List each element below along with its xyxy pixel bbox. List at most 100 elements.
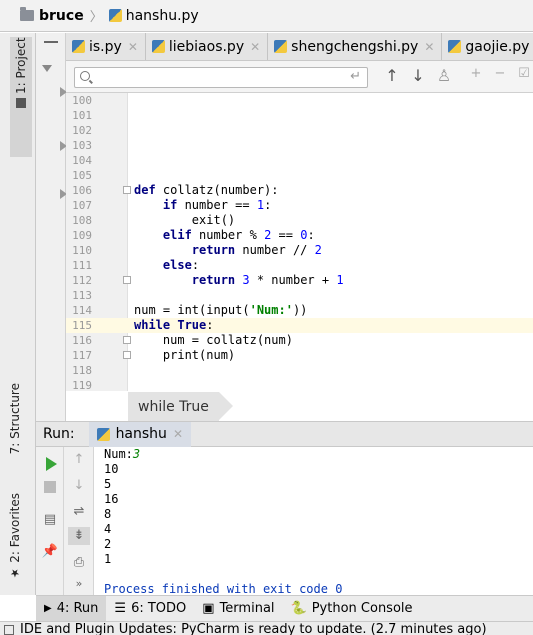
python-file-icon bbox=[274, 40, 288, 53]
navigation-breadcrumb: bruce 〉 hanshu.py bbox=[0, 0, 533, 32]
code-line[interactable]: 105 bbox=[66, 168, 533, 183]
add-occurrence-icon[interactable]: + bbox=[466, 66, 486, 81]
tab-label: liebiaos.py bbox=[168, 38, 245, 55]
line-number: 111 bbox=[72, 259, 92, 272]
todo-tool-tab[interactable]: ☰ 6: TODO bbox=[106, 596, 194, 621]
tool-window-bar: ▶ 4: Run ☰ 6: TODO ▣ Terminal 🐍 Python C… bbox=[36, 595, 533, 621]
fold-marker-icon[interactable] bbox=[123, 276, 131, 284]
previous-occurrence-icon[interactable]: ↑ bbox=[382, 66, 402, 85]
code-text: return number // 2 bbox=[191, 243, 322, 257]
tab-shengchengshi-py[interactable]: shengchengshi.py ✕ bbox=[268, 33, 443, 60]
code-text: exit() bbox=[134, 213, 236, 227]
pin-icon[interactable]: 📌 bbox=[41, 543, 59, 561]
code-editor[interactable]: 100 101 102 103 104 105 106 def collatz(number)… bbox=[66, 93, 533, 391]
terminal-icon: ▣ bbox=[202, 601, 215, 616]
status-message[interactable]: IDE and Plugin Updates: PyCharm is ready… bbox=[20, 622, 487, 635]
project-panel bbox=[36, 33, 67, 421]
find-options-icon[interactable]: ♙ bbox=[434, 66, 454, 85]
close-icon[interactable]: ✕ bbox=[250, 40, 260, 54]
tab-liebiaos-py[interactable]: liebiaos.py ✕ bbox=[145, 33, 269, 60]
tab-gaojie-py[interactable]: gaojie.py ✕ bbox=[442, 33, 533, 60]
status-icon[interactable] bbox=[4, 625, 14, 635]
python-file-icon bbox=[72, 40, 85, 53]
favorites-tool-tab[interactable]: ★ 2: Favorites bbox=[8, 493, 22, 580]
fold-marker-icon[interactable] bbox=[123, 186, 131, 194]
line-number: 102 bbox=[72, 124, 92, 137]
code-line[interactable]: 100 bbox=[66, 93, 533, 108]
search-icon[interactable] bbox=[80, 71, 90, 81]
code-line[interactable]: 115 while True: bbox=[66, 318, 533, 333]
console-user-input: 3 bbox=[132, 447, 141, 461]
scroll-to-end-icon[interactable]: ⇟ bbox=[68, 527, 90, 545]
terminal-tool-tab[interactable]: ▣ Terminal bbox=[194, 596, 282, 621]
more-icon[interactable]: » bbox=[70, 575, 88, 593]
project-tool-tab-label: 1: Project bbox=[14, 37, 28, 94]
run-tool-header: Run: hanshu ✕ bbox=[36, 421, 533, 447]
run-label: Run: bbox=[43, 426, 75, 442]
code-line[interactable]: 104 bbox=[66, 153, 533, 168]
fold-marker-icon[interactable] bbox=[123, 351, 131, 359]
code-line[interactable]: 103 bbox=[66, 138, 533, 153]
code-line[interactable]: 102 bbox=[66, 123, 533, 138]
scroll-down-icon[interactable]: ↓ bbox=[70, 477, 88, 495]
code-line[interactable]: 113 bbox=[66, 288, 533, 303]
line-number: 108 bbox=[72, 214, 92, 227]
editor-breadcrumb[interactable]: while True bbox=[128, 392, 233, 421]
layout-icon[interactable]: ▤ bbox=[41, 511, 59, 529]
python-file-icon bbox=[448, 40, 462, 53]
breadcrumb-project[interactable]: bruce bbox=[20, 7, 84, 24]
run-tool-tab[interactable]: ▶ 4: Run bbox=[36, 596, 107, 621]
list-icon: ☰ bbox=[114, 601, 127, 616]
line-number: 109 bbox=[72, 229, 92, 242]
stop-button[interactable] bbox=[41, 478, 59, 496]
code-line[interactable]: 108 exit() bbox=[66, 213, 533, 228]
line-number: 100 bbox=[72, 94, 92, 107]
tree-expand-icon[interactable] bbox=[42, 65, 52, 72]
line-number: 112 bbox=[72, 274, 92, 287]
next-occurrence-icon[interactable]: ↓ bbox=[408, 66, 428, 85]
scroll-up-icon[interactable]: ↑ bbox=[70, 451, 88, 469]
find-toolbar: ↵ ↑ ↓ ♙ + − ☑ bbox=[66, 61, 533, 93]
enter-icon: ↵ bbox=[350, 69, 361, 84]
code-line[interactable]: 101 bbox=[66, 108, 533, 123]
run-config-tab[interactable]: hanshu ✕ bbox=[88, 421, 191, 447]
code-line[interactable]: 106 def collatz(number): bbox=[66, 183, 533, 198]
remove-occurrence-icon[interactable]: − bbox=[490, 66, 510, 81]
select-all-icon[interactable]: ☑ bbox=[514, 66, 533, 81]
print-icon[interactable]: ⎙ bbox=[70, 554, 88, 572]
code-text: def collatz(number): bbox=[134, 183, 279, 197]
code-line[interactable]: 117 print(num) bbox=[66, 348, 533, 363]
console-output-line: 10 bbox=[104, 462, 119, 476]
python-file-icon bbox=[108, 9, 122, 22]
project-tool-tab[interactable]: 1: Project bbox=[10, 37, 32, 157]
code-line[interactable]: 110 return number // 2 bbox=[66, 243, 533, 258]
close-icon[interactable]: ✕ bbox=[128, 40, 138, 54]
fold-marker-icon[interactable] bbox=[123, 336, 131, 344]
code-line[interactable]: 116 num = collatz(num) bbox=[66, 333, 533, 348]
code-line[interactable]: 118 bbox=[66, 363, 533, 378]
code-text: return 3 * number + 1 bbox=[191, 273, 344, 287]
tab-is-py[interactable]: is.py ✕ bbox=[66, 33, 146, 60]
python-console-tool-tab[interactable]: 🐍 Python Console bbox=[283, 596, 421, 621]
code-text: num = collatz(num) bbox=[134, 333, 293, 347]
run-toolbar: ▤ 📌 bbox=[36, 447, 64, 595]
soft-wrap-icon[interactable]: ⇌ bbox=[70, 503, 88, 521]
line-number: 113 bbox=[72, 289, 92, 302]
structure-tool-tab[interactable]: 7: Structure bbox=[8, 383, 22, 454]
rerun-button[interactable] bbox=[42, 455, 60, 473]
breadcrumb-project-label: bruce bbox=[39, 7, 84, 24]
folder-icon bbox=[20, 7, 34, 21]
minimize-icon[interactable] bbox=[44, 41, 58, 43]
code-line[interactable]: 111 else: bbox=[66, 258, 533, 273]
code-text: while True: bbox=[134, 318, 214, 332]
code-line[interactable]: 107 if number == 1: bbox=[66, 198, 533, 213]
code-line[interactable]: 119 bbox=[66, 378, 533, 391]
run-console[interactable]: Num:3 10 5 16 8 4 2 1 Process finished with ex… bbox=[94, 447, 533, 596]
code-line[interactable]: 112 return 3 * number + 1 bbox=[66, 273, 533, 288]
search-input[interactable]: ↵ bbox=[74, 67, 368, 88]
code-line[interactable]: 114 num = int(input('Num:')) bbox=[66, 303, 533, 318]
breadcrumb-file[interactable]: hanshu.py bbox=[108, 8, 199, 24]
code-line[interactable]: 109 elif number % 2 == 0: bbox=[66, 228, 533, 243]
close-icon[interactable]: ✕ bbox=[424, 40, 434, 54]
close-icon[interactable]: ✕ bbox=[173, 427, 183, 441]
